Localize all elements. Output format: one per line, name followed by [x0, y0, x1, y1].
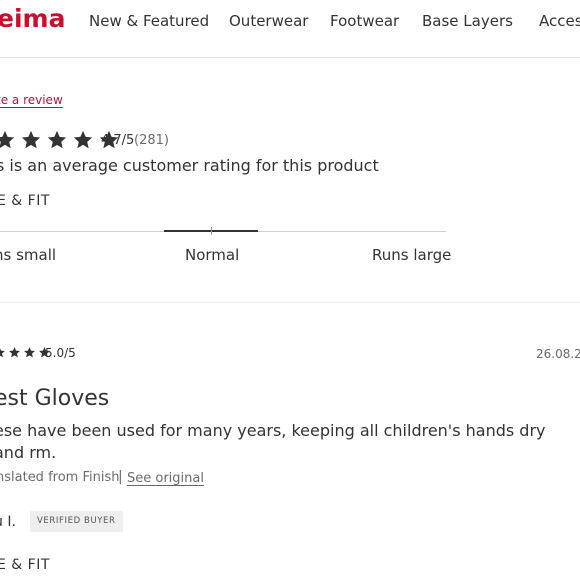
- star-icon: [24, 347, 35, 358]
- fit-label-large: Runs large: [372, 246, 452, 264]
- header-divider: [0, 57, 580, 58]
- fit-label-normal: Normal: [185, 246, 240, 264]
- review-author: u I.: [0, 514, 16, 530]
- review-stars: [0, 346, 51, 360]
- review-size-fit-title: E & FIT: [0, 557, 50, 573]
- nav-base-layers[interactable]: Base Layers: [422, 12, 513, 30]
- review-date: 26.08.2: [536, 347, 580, 361]
- fit-scale-center-tick: [211, 227, 212, 235]
- nav-footwear[interactable]: Footwear: [330, 12, 399, 30]
- fit-label-small: ns small: [0, 246, 57, 264]
- review-body: ese have been used for many years, keepi…: [0, 421, 546, 462]
- translated-separator: |: [118, 469, 123, 485]
- size-fit-title: E & FIT: [0, 193, 50, 209]
- review-score: 5.0/5: [45, 346, 76, 360]
- nav-accessories[interactable]: Acces: [539, 12, 580, 30]
- rating-count: (281): [134, 133, 169, 148]
- review-title: est Gloves: [0, 386, 110, 411]
- translated-note: nslated from Finish: [0, 470, 120, 485]
- star-icon: [73, 130, 93, 149]
- rating-value: 4.7/5: [101, 133, 135, 148]
- write-review-link[interactable]: te a review: [0, 93, 63, 107]
- section-divider: [0, 302, 580, 303]
- star-icon: [0, 348, 5, 358]
- brand-logo[interactable]: eima: [0, 4, 65, 33]
- star-icon: [9, 347, 20, 358]
- see-original-link[interactable]: See original: [127, 471, 204, 486]
- star-icon: [21, 130, 41, 149]
- rating-description: s is an average customer rating for this…: [0, 156, 379, 175]
- nav-new-featured[interactable]: New & Featured: [89, 12, 209, 30]
- verified-buyer-badge: VERIFIED BUYER: [30, 511, 123, 532]
- star-icon: [47, 130, 67, 149]
- nav-outerwear[interactable]: Outerwear: [229, 12, 308, 30]
- star-icon: [0, 130, 15, 149]
